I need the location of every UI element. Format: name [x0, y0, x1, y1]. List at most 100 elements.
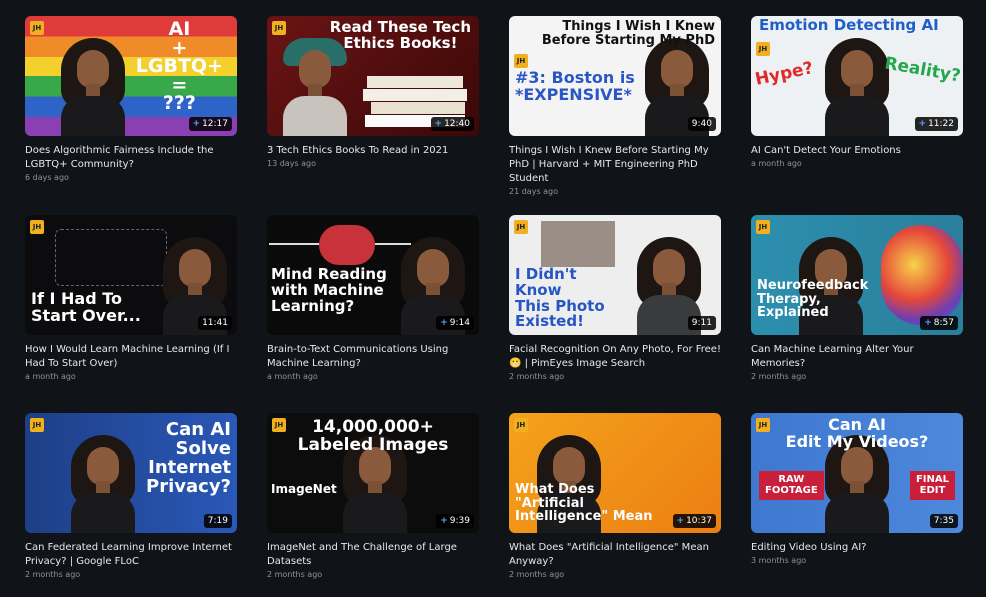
video-age: 21 days ago: [509, 187, 559, 196]
video-age: 2 months ago: [509, 570, 565, 579]
channel-logo: JH: [30, 21, 44, 35]
thumbnail-subtext: ImageNet: [271, 482, 337, 496]
channel-logo: JH: [756, 42, 770, 56]
duration-badge: 7:19: [203, 514, 232, 528]
video-age: 2 months ago: [25, 570, 81, 579]
duration-badge: +9:14: [436, 316, 474, 330]
video-age: 2 months ago: [267, 570, 323, 579]
channel-logo: JH: [272, 418, 286, 432]
video-thumbnail[interactable]: Can AI Edit My Videos? RAW FOOTAGE FINAL…: [751, 413, 963, 533]
duration-badge: +12:17: [188, 117, 232, 131]
duration-badge: +8:57: [920, 316, 958, 330]
video-card[interactable]: AI + LGBTQ+ = ??? JH +12:17 Does Algorit…: [25, 16, 237, 182]
video-card[interactable]: Can AI Edit My Videos? RAW FOOTAGE FINAL…: [751, 413, 963, 565]
channel-logo: JH: [30, 418, 44, 432]
thumbnail-text: Read These Tech Ethics Books!: [329, 18, 471, 52]
video-age: 6 days ago: [25, 173, 69, 182]
video-card[interactable]: Neurofeedback Therapy, Explained JH +8:5…: [751, 215, 963, 381]
thumbnail-text: I Didn't Know This Photo Existed!: [515, 265, 605, 331]
video-thumbnail[interactable]: Mind Reading with Machine Learning? +9:1…: [267, 215, 479, 335]
video-thumbnail[interactable]: What Does "Artificial Intelligence" Mean…: [509, 413, 721, 533]
video-card[interactable]: Mind Reading with Machine Learning? +9:1…: [267, 215, 479, 381]
thumbnail-text: Things I Wish I Knew Before Starting My …: [541, 19, 715, 48]
duration-text: 9:11: [691, 318, 712, 328]
duration-text: 7:35: [933, 516, 954, 526]
video-grid: AI + LGBTQ+ = ??? JH +12:17 Does Algorit…: [0, 0, 986, 597]
video-title[interactable]: ImageNet and The Challenge of Large Data…: [267, 541, 479, 569]
video-thumbnail[interactable]: Things I Wish I Knew Before Starting My …: [509, 16, 721, 136]
channel-logo: JH: [756, 418, 770, 432]
video-title[interactable]: Editing Video Using AI?: [751, 541, 963, 555]
video-card[interactable]: What Does "Artificial Intelligence" Mean…: [509, 413, 721, 579]
video-thumbnail[interactable]: I Didn't Know This Photo Existed! JH 9:1…: [509, 215, 721, 335]
channel-logo: JH: [30, 220, 44, 234]
video-thumbnail[interactable]: AI + LGBTQ+ = ??? JH +12:17: [25, 16, 237, 136]
video-age: 2 months ago: [509, 372, 565, 381]
thumbnail-text: What Does "Artificial Intelligence" Mean: [515, 482, 653, 525]
thumbnail-subtext: #3: Boston is *EXPENSIVE*: [515, 68, 635, 104]
duration-text: 12:40: [444, 119, 470, 129]
thumbnail-text: If I Had To Start Over...: [31, 289, 141, 325]
duration-badge: +11:22: [914, 117, 958, 131]
video-title[interactable]: AI Can't Detect Your Emotions: [751, 144, 963, 158]
video-title[interactable]: Can Federated Learning Improve Internet …: [25, 541, 237, 569]
duration-text: 11:41: [202, 318, 228, 328]
duration-text: 9:14: [449, 318, 470, 328]
video-card[interactable]: Emotion Detecting AI Hype? Reality? JH +…: [751, 16, 963, 168]
duration-badge: 9:11: [687, 316, 716, 330]
thumbnail-text: Can AI Edit My Videos?: [785, 415, 929, 451]
duration-text: 8:57: [933, 318, 954, 328]
channel-logo: JH: [514, 220, 528, 234]
video-age: 13 days ago: [267, 159, 317, 168]
video-thumbnail[interactable]: If I Had To Start Over... JH 11:41: [25, 215, 237, 335]
video-card[interactable]: Can AI Solve Internet Privacy? JH 7:19 C…: [25, 413, 237, 579]
duration-badge: 7:35: [929, 514, 958, 528]
video-title[interactable]: Does Algorithmic Fairness Include the LG…: [25, 144, 237, 172]
duration-text: 10:37: [686, 516, 712, 526]
thumbnail-subtext: FINAL EDIT: [909, 471, 955, 500]
duration-badge: 11:41: [198, 316, 232, 330]
video-age: 3 months ago: [751, 556, 807, 565]
video-title[interactable]: What Does "Artificial Intelligence" Mean…: [509, 541, 721, 569]
thumbnail-text: Can AI Solve Internet Privacy?: [146, 419, 231, 497]
duration-text: 9:39: [449, 516, 470, 526]
video-title[interactable]: Brain-to-Text Communications Using Machi…: [267, 343, 479, 371]
video-thumbnail[interactable]: Can AI Solve Internet Privacy? JH 7:19: [25, 413, 237, 533]
video-card[interactable]: If I Had To Start Over... JH 11:41 How I…: [25, 215, 237, 381]
duration-badge: +9:39: [436, 514, 474, 528]
video-age: a month ago: [267, 372, 318, 381]
video-title[interactable]: How I Would Learn Machine Learning (If I…: [25, 343, 237, 371]
duration-text: 11:22: [928, 119, 954, 129]
video-card[interactable]: 14,000,000+ Labeled Images ImageNet JH +…: [267, 413, 479, 579]
channel-logo: JH: [272, 21, 286, 35]
duration-badge: 9:40: [687, 117, 716, 131]
duration-badge: +12:40: [430, 117, 474, 131]
video-thumbnail[interactable]: Read These Tech Ethics Books! JH +12:40: [267, 16, 479, 136]
thumbnail-subtext: RAW FOOTAGE: [759, 471, 824, 500]
channel-logo: JH: [514, 54, 528, 68]
video-card[interactable]: Things I Wish I Knew Before Starting My …: [509, 16, 721, 196]
video-card[interactable]: I Didn't Know This Photo Existed! JH 9:1…: [509, 215, 721, 381]
duration-badge: +10:37: [672, 514, 716, 528]
duration-text: 9:40: [691, 119, 712, 129]
video-age: 2 months ago: [751, 372, 807, 381]
video-age: a month ago: [25, 372, 76, 381]
video-thumbnail[interactable]: Emotion Detecting AI Hype? Reality? JH +…: [751, 16, 963, 136]
video-title[interactable]: Things I Wish I Knew Before Starting My …: [509, 144, 721, 186]
thumbnail-text: 14,000,000+ Labeled Images: [297, 417, 449, 455]
duration-text: 12:17: [202, 119, 228, 129]
video-title[interactable]: 3 Tech Ethics Books To Read in 2021: [267, 144, 479, 158]
video-age: a month ago: [751, 159, 802, 168]
thumbnail-text: Emotion Detecting AI: [759, 16, 939, 34]
video-thumbnail[interactable]: 14,000,000+ Labeled Images ImageNet JH +…: [267, 413, 479, 533]
duration-text: 7:19: [207, 516, 228, 526]
channel-logo: JH: [514, 418, 528, 432]
thumbnail-text: Neurofeedback Therapy, Explained: [757, 278, 869, 321]
video-card[interactable]: Read These Tech Ethics Books! JH +12:40 …: [267, 16, 479, 168]
thumbnail-text: Mind Reading with Machine Learning?: [271, 265, 387, 315]
video-title[interactable]: Can Machine Learning Alter Your Memories…: [751, 343, 963, 371]
video-title[interactable]: Facial Recognition On Any Photo, For Fre…: [509, 343, 721, 371]
video-thumbnail[interactable]: Neurofeedback Therapy, Explained JH +8:5…: [751, 215, 963, 335]
channel-logo: JH: [756, 220, 770, 234]
thumbnail-text: AI + LGBTQ+ = ???: [135, 18, 223, 115]
